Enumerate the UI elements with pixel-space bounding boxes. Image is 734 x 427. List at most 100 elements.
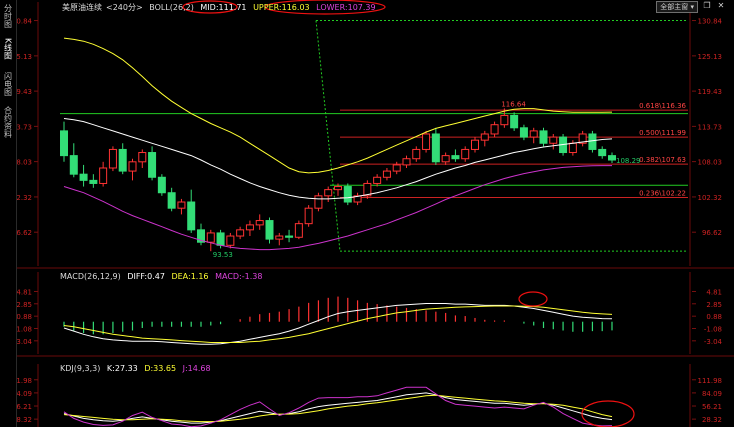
macd-right-tick-label: 0.88 [706,313,722,321]
candle-body [314,195,323,209]
macd-right-tick-label: 4.81 [706,288,722,296]
boll-lower-value: LOWER:107.39 [316,3,376,12]
window-select-label: 全部主窗 [660,3,689,11]
boll-upper-value: UPPER:116.03 [253,3,310,12]
kdj-right-tick-label: 111.98 [698,377,723,385]
macd-left-tick-label: 2.85 [16,301,32,309]
candle-body [265,220,274,240]
price-right-tick-label: 108.03 [698,159,723,167]
kdj-right-tick-label: 28.32 [702,416,722,424]
candle-body [138,152,147,163]
macd-dea-value: DEA:1.16 [171,272,209,281]
candle-body [206,232,215,243]
candle-body [245,224,254,231]
candle-body [148,152,157,178]
candle-body [89,179,98,184]
candle-body [539,130,548,144]
candle-body [304,207,313,225]
candle-body [167,192,176,209]
kdj-label: KDJ(9,3,3) [60,364,101,373]
candle-body [431,133,440,163]
candle-body [588,133,597,150]
sidebar-item-flash[interactable]: 闪电图 [1,72,15,102]
low-annotation: 93.53 [213,251,233,259]
kdj-d-value: D:33.65 [144,364,177,373]
sidebar-item-contract-info[interactable]: 合约资料 [1,106,15,146]
candle-body [510,114,519,129]
candle-body [451,155,460,160]
high-annotation: 116.64 [501,100,526,108]
candle-body [519,127,528,138]
kdj-j-value: J:14.68 [182,364,211,373]
candle-body [500,114,509,126]
main-legend: 美原油连续 <240分> BOLL(26,2) MID:111.71 UPPER:… [62,2,380,13]
candle-body [60,130,68,157]
sidebar-item-label: K线图 [3,38,13,60]
fib-level-label: 0.236\102.22 [639,190,686,198]
candle-body [529,130,538,138]
candle-body [549,136,558,144]
chevron-down-icon: ▾ [690,3,694,11]
macd-legend: MACD(26,12,9) DIFF:0.47 DEA:1.16 MACD:-1… [60,272,266,281]
kdj-legend: KDJ(9,3,3) K:27.33 D:33.65 J:14.68 [60,364,215,373]
candle-body [402,158,411,166]
candle-body [608,155,616,161]
candle-body [236,229,245,237]
candle-body [422,133,431,150]
window-select-dropdown[interactable]: 全部主窗 ▾ [656,1,698,13]
price-right-tick-label: 96.62 [702,229,722,237]
candle-body [568,142,577,154]
candle-body [216,232,225,246]
kdj-right-tick-label: 84.09 [702,390,722,398]
candle-body [412,148,421,160]
candle-body [441,155,450,163]
candle-body [187,201,196,231]
candle-body [382,170,391,178]
sidebar-item-label: 分时图 [3,4,13,28]
price-right-tick-label: 119.43 [698,88,723,96]
macd-label: MACD(26,12,9) [60,272,121,281]
candle-body [285,235,294,238]
macd-left-tick-label: 0.88 [16,313,32,321]
candle-body [490,124,499,135]
sidebar-item-timeshare[interactable]: 分时图 [1,4,15,34]
candle-body [69,155,78,175]
price-right-tick-label: 125.13 [698,53,723,61]
sidebar-item-label: 闪电图 [3,72,13,96]
candle-body [392,164,401,172]
sidebar-item-kline[interactable]: K线图 [1,38,15,68]
candle-body [226,235,235,246]
candle-body [343,186,352,203]
macd-right-tick-label: -1.08 [704,326,722,334]
chart-stage: 130.84 130.84125.13 125.13119.43 119.43113.… [0,0,734,427]
macd-left-tick-label: 4.81 [16,288,32,296]
kdj-right-tick-label: 56.21 [702,403,722,411]
candle-body [324,189,333,197]
candle-body [99,167,108,184]
close-icon[interactable]: ✕ [716,1,726,11]
macd-diff-value: DIFF:0.47 [127,272,165,281]
period-label[interactable]: <240分> [106,3,143,12]
macd-right-tick-label: 2.85 [706,301,722,309]
price-right-tick-label: 130.84 [698,18,723,26]
price-right-tick-label: 102.32 [698,194,723,202]
candle-body [255,220,264,226]
kdj-k-value: K:27.33 [106,364,138,373]
candle-body [79,173,88,181]
boll-mid-value: MID:111.71 [200,3,247,12]
candle-body [480,133,489,141]
macd-right-tick-label: -3.04 [704,338,723,346]
candle-body [373,176,382,184]
candle-body [177,201,186,209]
left-sidebar: 分时图 K线图 闪电图 合约资料 [0,0,17,427]
candle-body [118,148,127,172]
candle-body [461,148,470,160]
instrument-name: 美原油连续 [62,3,102,12]
restore-icon[interactable]: ❐ [702,1,712,11]
candle-body [275,235,284,240]
candle-body [157,176,166,194]
candle-body [334,186,342,191]
last-price-annotation: 108.29 [616,157,641,165]
price-right-tick-label: 113.73 [698,123,723,131]
boll-label: BOLL(26,2) [149,3,194,12]
